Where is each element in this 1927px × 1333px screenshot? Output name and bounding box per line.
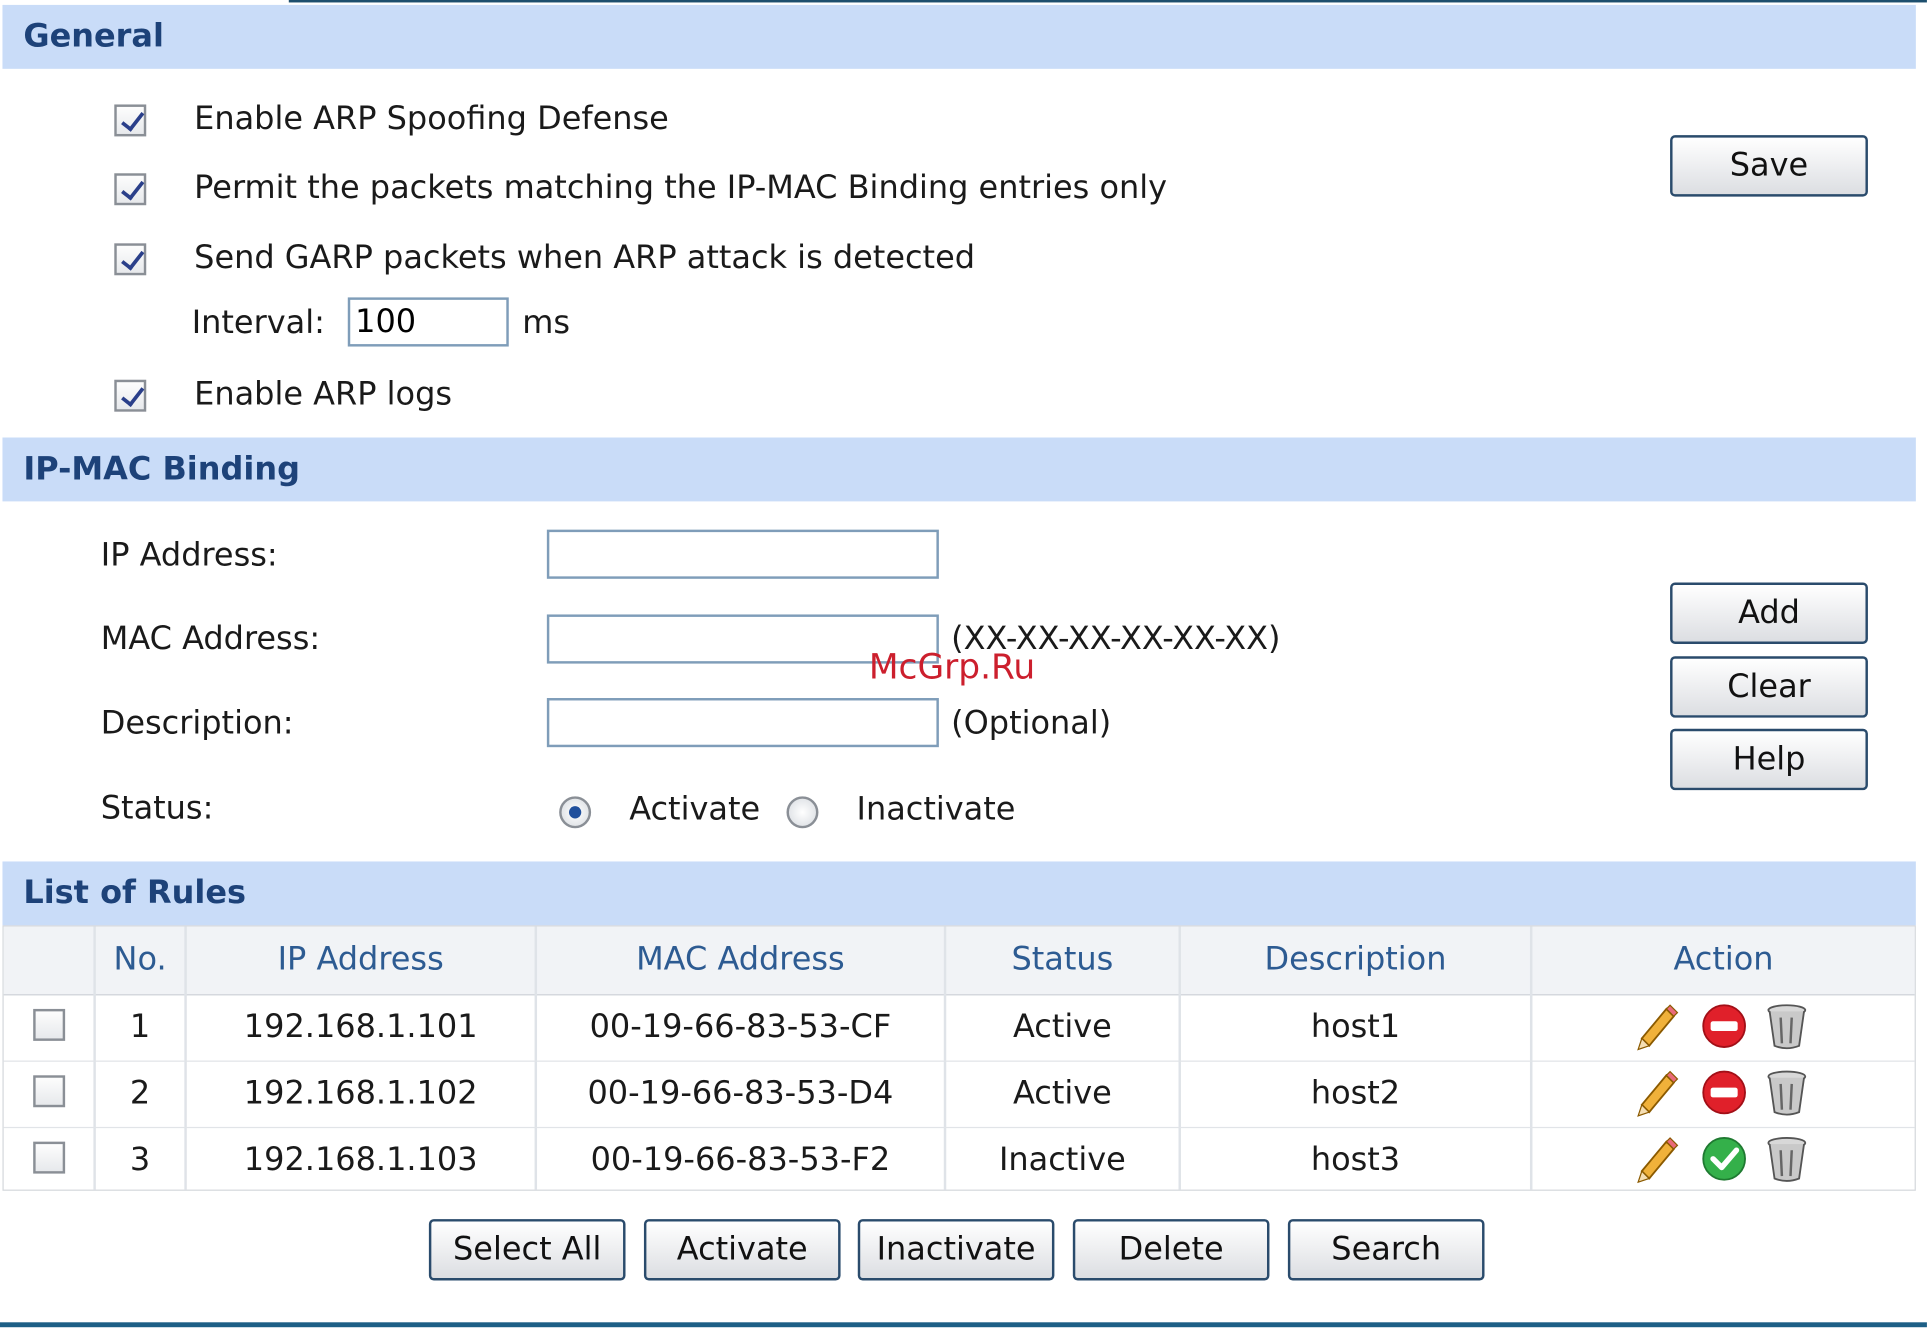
enable-arp-logs-label: Enable ARP logs — [194, 376, 453, 413]
row-no: 3 — [129, 1141, 151, 1179]
ip-address-label: IP Address: — [100, 537, 278, 574]
row-select-checkbox[interactable] — [33, 1008, 66, 1041]
rules-table: No. IP Address MAC Address Status Descri… — [2, 925, 1916, 1193]
mac-address-label: MAC Address: — [100, 620, 321, 658]
edit-pencil-icon[interactable] — [1632, 1134, 1681, 1184]
bottom-border — [0, 1322, 1927, 1328]
enable-arp-spoofing-label: Enable ARP Spoofing Defense — [194, 100, 669, 138]
row-select-checkbox[interactable] — [33, 1141, 66, 1174]
table-row: 1 192.168.1.101 00-19-66-83-53-CF Active… — [3, 994, 1915, 1062]
send-garp-checkbox[interactable] — [114, 243, 147, 276]
send-garp-label: Send GARP packets when ARP attack is det… — [194, 239, 976, 277]
status-label: Status: — [100, 790, 214, 828]
top-border — [288, 0, 1927, 3]
row-mac-address: 00-19-66-83-53-F2 — [590, 1141, 891, 1179]
activate-button[interactable]: Activate — [643, 1219, 841, 1281]
rules-table-header: No. IP Address MAC Address Status Descri… — [3, 926, 1915, 996]
table-row: 3 192.168.1.103 00-19-66-83-53-F2 Inacti… — [4, 1127, 1915, 1193]
trash-icon[interactable] — [1762, 1002, 1811, 1051]
list-of-rules-section-title: List of Rules — [23, 874, 247, 912]
help-button[interactable]: Help — [1670, 728, 1868, 791]
column-header-status: Status — [1011, 941, 1114, 979]
list-of-rules-section-header: List of Rules — [2, 861, 1916, 926]
status-activate-label: Activate — [629, 791, 761, 829]
edit-pencil-icon[interactable] — [1632, 1002, 1681, 1051]
stop-icon[interactable] — [1700, 1068, 1749, 1117]
status-inactivate-label: Inactivate — [856, 791, 1016, 829]
ip-address-input[interactable] — [546, 529, 939, 579]
row-description: host3 — [1310, 1141, 1401, 1179]
delete-button[interactable]: Delete — [1072, 1219, 1270, 1281]
permit-binding-only-label: Permit the packets matching the IP-MAC B… — [194, 169, 1168, 207]
status-activate-radio[interactable] — [559, 796, 592, 829]
row-ip-address: 192.168.1.103 — [243, 1141, 478, 1179]
permit-binding-only-checkbox[interactable] — [114, 173, 147, 206]
ip-mac-binding-section-header: IP-MAC Binding — [2, 437, 1916, 502]
row-status: Inactive — [998, 1141, 1126, 1179]
edit-pencil-icon[interactable] — [1632, 1068, 1681, 1117]
row-mac-address: 00-19-66-83-53-CF — [589, 1008, 892, 1046]
watermark-text: McGrp.Ru — [868, 646, 1036, 687]
table-row: 2 192.168.1.102 00-19-66-83-53-D4 Active… — [3, 1061, 1915, 1129]
interval-label: Interval: — [191, 304, 325, 342]
row-description: host2 — [1310, 1075, 1401, 1113]
check-icon[interactable] — [1700, 1134, 1749, 1183]
row-description: host1 — [1310, 1008, 1401, 1046]
save-button[interactable]: Save — [1670, 135, 1868, 197]
general-section-title: General — [23, 18, 164, 56]
description-optional-hint: (Optional) — [951, 705, 1112, 743]
row-select-checkbox[interactable] — [33, 1075, 66, 1108]
row-no: 2 — [129, 1075, 151, 1113]
row-ip-address: 192.168.1.101 — [243, 1008, 478, 1046]
status-inactivate-radio[interactable] — [786, 796, 819, 829]
column-header-mac-address: MAC Address — [636, 941, 845, 979]
inactivate-button[interactable]: Inactivate — [857, 1219, 1055, 1281]
column-header-description: Description — [1264, 941, 1447, 979]
row-status: Active — [1012, 1075, 1112, 1113]
row-no: 1 — [129, 1008, 151, 1046]
search-button[interactable]: Search — [1287, 1219, 1485, 1281]
ip-mac-binding-section-title: IP-MAC Binding — [23, 451, 300, 488]
interval-unit: ms — [522, 304, 571, 342]
enable-arp-spoofing-checkbox[interactable] — [114, 104, 147, 137]
description-label: Description: — [100, 705, 294, 743]
row-ip-address: 192.168.1.102 — [243, 1075, 478, 1113]
trash-icon[interactable] — [1762, 1134, 1811, 1183]
general-section-header: General — [2, 4, 1916, 69]
enable-arp-logs-checkbox[interactable] — [114, 379, 147, 412]
select-all-button[interactable]: Select All — [428, 1219, 626, 1281]
stop-icon[interactable] — [1700, 1002, 1749, 1051]
row-mac-address: 00-19-66-83-53-D4 — [587, 1075, 894, 1113]
column-header-no: No. — [113, 941, 167, 979]
row-status: Active — [1012, 1008, 1112, 1046]
trash-icon[interactable] — [1762, 1068, 1811, 1117]
clear-button[interactable]: Clear — [1670, 656, 1868, 718]
arp-defense-page: General Enable ARP Spoofing Defense Perm… — [0, 0, 1927, 1333]
column-header-action: Action — [1673, 941, 1774, 979]
add-button[interactable]: Add — [1670, 582, 1868, 644]
description-input[interactable] — [546, 698, 939, 748]
interval-input[interactable] — [347, 297, 509, 347]
column-header-ip-address: IP Address — [277, 941, 444, 979]
